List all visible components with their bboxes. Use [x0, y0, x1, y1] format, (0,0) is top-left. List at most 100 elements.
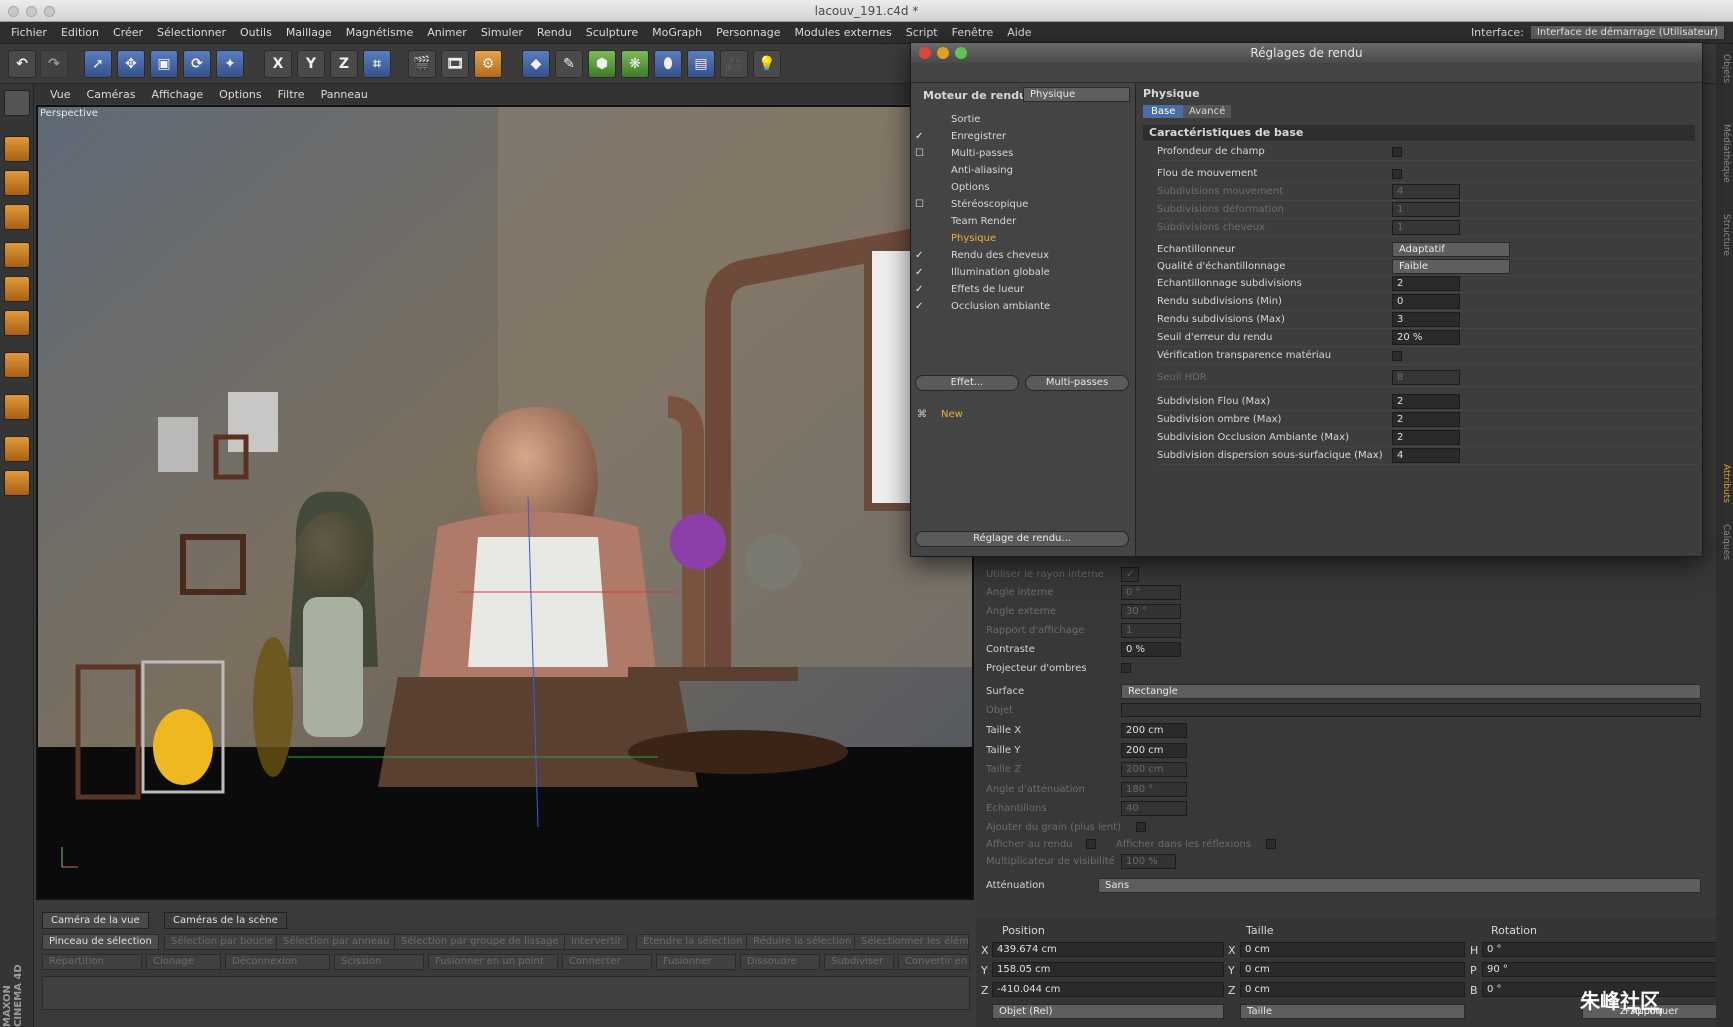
shadow-caster-checkbox[interactable]	[1121, 663, 1131, 673]
menu-fichier[interactable]: Fichier	[4, 26, 54, 39]
menu-simuler[interactable]: Simuler	[474, 26, 530, 39]
floor-icon[interactable]: ▤	[687, 50, 715, 78]
tab-objets[interactable]: Objets	[1718, 54, 1731, 83]
loop-selection-button[interactable]: Sélection par boucle	[164, 934, 281, 950]
ring-selection-button[interactable]: Sélection par anneau	[276, 934, 397, 950]
subdivision-surface-icon[interactable]: ⬢	[588, 50, 616, 78]
menu-modules-externes[interactable]: Modules externes	[788, 26, 899, 39]
edges-mode-icon[interactable]	[4, 276, 30, 302]
attenuation-dropdown[interactable]: Sans	[1098, 877, 1701, 893]
add-grain-checkbox[interactable]	[1136, 822, 1146, 832]
move-tool-icon[interactable]: ✥	[117, 50, 145, 78]
menu-magnetisme[interactable]: Magnétisme	[339, 26, 421, 39]
tab-camera-view[interactable]: Caméra de la vue	[42, 912, 149, 929]
model-mode-icon[interactable]	[4, 136, 30, 162]
grid-snap-icon[interactable]	[4, 470, 30, 496]
shrink-selection-button[interactable]: Réduire la sélection	[746, 934, 859, 950]
tab-avance[interactable]: Avancé	[1183, 105, 1232, 118]
phong-selection-button[interactable]: Sélection par groupe de lissage	[394, 934, 566, 950]
antialiasing-check[interactable]	[915, 165, 925, 175]
gi-check[interactable]: ✓	[915, 267, 925, 278]
render-item-options[interactable]: Options	[951, 182, 990, 193]
minimize-window-button[interactable]	[26, 6, 37, 17]
tab-base[interactable]: Base	[1143, 105, 1184, 118]
render-item-effets-lueur[interactable]: Effets de lueur	[951, 284, 1024, 295]
render-close-button[interactable]	[919, 47, 931, 59]
physique-check[interactable]	[915, 233, 925, 243]
transparency-checkbox[interactable]	[1392, 350, 1402, 361]
viewport-menu-cameras[interactable]: Caméras	[79, 88, 144, 101]
texture-mode-icon[interactable]	[4, 170, 30, 196]
render-item-enregistrer[interactable]: Enregistrer	[951, 131, 1006, 142]
melt-point-button[interactable]: Fusionner en un point	[428, 954, 558, 970]
render-settings-icon[interactable]: ⚙	[474, 50, 502, 78]
close-window-button[interactable]	[8, 6, 19, 17]
render-item-sortie[interactable]: Sortie	[951, 114, 980, 125]
options-check[interactable]	[915, 182, 925, 192]
merge-button[interactable]: Fusionner	[656, 954, 736, 970]
sampler-dropdown[interactable]: Adaptatif	[1392, 242, 1510, 257]
arrange-button[interactable]: Répartition	[42, 954, 142, 970]
multipasses-check[interactable]: ☐	[915, 148, 925, 159]
render-setting-new[interactable]: New	[941, 409, 963, 420]
rot-p-field[interactable]: 90 °	[1482, 962, 1727, 977]
snap-icon[interactable]	[4, 394, 30, 420]
tab-calques[interactable]: Calques	[1718, 524, 1731, 560]
render-item-antialiasing[interactable]: Anti-aliasing	[951, 165, 1013, 176]
coordinate-system-icon[interactable]: ⌗	[363, 50, 391, 78]
size-z-field[interactable]: 0 cm	[1240, 982, 1465, 997]
clone-button[interactable]: Clonage	[146, 954, 221, 970]
menu-outils[interactable]: Outils	[233, 26, 279, 39]
split-button[interactable]: Scission	[334, 954, 424, 970]
cube-primitive-icon[interactable]: ◆	[522, 50, 550, 78]
render-item-stereoscopique[interactable]: Stéréoscopique	[951, 199, 1028, 210]
viewport-menu-options[interactable]: Options	[211, 88, 269, 101]
menu-maillage[interactable]: Maillage	[279, 26, 339, 39]
zoom-window-button[interactable]	[44, 6, 55, 17]
undo-icon[interactable]: ↶	[8, 50, 36, 78]
objet-link-field[interactable]	[1121, 703, 1701, 717]
make-editable-icon[interactable]	[4, 90, 30, 116]
menu-animer[interactable]: Animer	[420, 26, 474, 39]
rotate-tool-icon[interactable]: ⟳	[183, 50, 211, 78]
menu-creer[interactable]: Créer	[106, 26, 150, 39]
connect-button[interactable]: Connecter	[562, 954, 652, 970]
render-picture-viewer-icon[interactable]: 🎞	[441, 50, 469, 78]
render-view-icon[interactable]: 🎬	[408, 50, 436, 78]
redo-icon[interactable]: ↷	[40, 50, 68, 78]
show-render-checkbox[interactable]	[1086, 839, 1096, 849]
cheveux-check[interactable]: ✓	[915, 250, 925, 261]
tab-mediatheque[interactable]: Médiathèque	[1718, 124, 1731, 183]
interface-dropdown[interactable]: Interface de démarrage (Utilisateur)	[1529, 25, 1725, 40]
dof-checkbox[interactable]	[1392, 146, 1402, 157]
menu-sculpture[interactable]: Sculpture	[579, 26, 645, 39]
subdivide-button[interactable]: Subdiviser	[824, 954, 894, 970]
tab-structure[interactable]: Structure	[1718, 214, 1731, 256]
ao-check[interactable]: ✓	[915, 301, 925, 312]
selection-brush-button[interactable]: Pinceau de sélection	[42, 934, 159, 950]
render-minimize-button[interactable]	[937, 47, 949, 59]
scale-tool-icon[interactable]: ▣	[150, 50, 178, 78]
workplane-mode-icon[interactable]	[4, 204, 30, 230]
menu-rendu[interactable]: Rendu	[530, 26, 579, 39]
spline-pen-icon[interactable]: ✎	[555, 50, 583, 78]
pos-x-field[interactable]: 439.674 cm	[992, 942, 1224, 957]
x-axis-lock-button[interactable]: X	[264, 50, 292, 78]
convert-button[interactable]: Convertir en	[898, 954, 970, 970]
light-icon[interactable]: 💡	[753, 50, 781, 78]
menu-personnage[interactable]: Personnage	[709, 26, 787, 39]
viewport-menu-panneau[interactable]: Panneau	[313, 88, 376, 101]
deformer-icon[interactable]: ⬮	[654, 50, 682, 78]
show-reflections-checkbox[interactable]	[1266, 839, 1276, 849]
menu-fenetre[interactable]: Fenêtre	[945, 26, 1001, 39]
axis-mode-icon[interactable]	[4, 352, 30, 378]
points-mode-icon[interactable]	[4, 242, 30, 268]
pos-z-field[interactable]: -410.044 cm	[992, 982, 1224, 997]
glow-check[interactable]: ✓	[915, 284, 925, 295]
y-axis-lock-button[interactable]: Y	[297, 50, 325, 78]
camera-icon[interactable]: 🎥	[720, 50, 748, 78]
motion-blur-checkbox[interactable]	[1392, 168, 1402, 179]
size-x-field[interactable]: 0 cm	[1240, 942, 1465, 957]
polygons-mode-icon[interactable]	[4, 310, 30, 336]
invert-selection-button[interactable]: Intervertir	[564, 934, 629, 950]
